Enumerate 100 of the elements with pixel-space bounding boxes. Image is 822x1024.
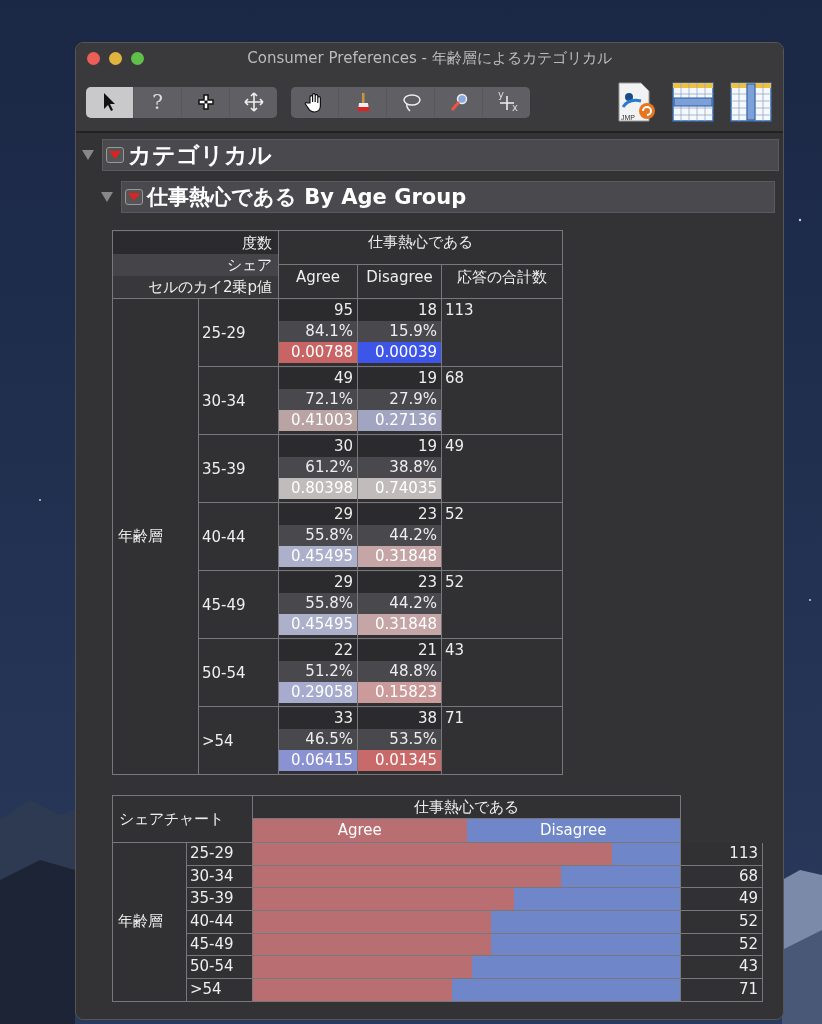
column-header: 仕事熱心である [279,231,562,264]
table-cell: 68 [442,367,562,434]
table-cell: 0.27136 [358,410,441,431]
table-cell: 53.5% [358,729,441,750]
table-cell: 18 [358,300,441,321]
rows-table-icon[interactable] [671,81,715,123]
legend-label: シェア [113,253,278,276]
table-cell: 23 [358,504,441,525]
table-cell: 61.2% [279,457,357,478]
table-cell: 0.45495 [279,546,357,567]
table-cell: 71 [681,979,762,1001]
table-cell: 52 [681,933,762,956]
legend-label: 度数 [113,231,278,254]
table-cell: 52 [442,503,562,570]
table-cell: 52 [681,911,762,933]
table-cell: 55.8% [279,593,357,614]
table-cell: 43 [681,956,762,979]
row-label: 25-29 [199,299,278,366]
table-cell: 38.8% [358,457,441,478]
column-header: 応答の合計数 [442,265,562,298]
table-cell: 0.31848 [358,614,441,635]
table-cell: 0.00788 [279,342,357,363]
move-tool-button[interactable] [230,86,277,118]
column-header: Agree [279,265,357,298]
legend-label: セルのカイ2乗p値 [113,275,278,298]
table-cell: 113 [681,843,762,865]
table-cell: 33 [279,708,357,729]
table-cell: 43 [442,639,562,706]
table-cell: 19 [358,368,441,389]
table-cell: 38 [358,708,441,729]
row-label: 40-44 [199,503,278,570]
table-cell: 48.8% [358,661,441,682]
table-cell: 0.01345 [358,750,441,771]
columns-table-icon[interactable] [729,81,773,123]
minimize-button[interactable] [109,51,122,65]
lasso-tool-button[interactable] [387,86,434,118]
row-label: 25-29 [187,843,252,865]
arrow-tool-button[interactable] [86,86,133,118]
menu-icon[interactable] [125,189,143,205]
section-title: 仕事熱心である By Age Group [147,184,467,211]
row-label: >54 [199,707,278,774]
table-cell: 44.2% [358,525,441,546]
table-cell: 0.80398 [279,478,357,499]
table-cell: 68 [681,865,762,888]
table-cell: 0.06415 [279,750,357,771]
column-header: 仕事熱心である [253,796,680,818]
table-cell: 0.41003 [279,410,357,431]
row-label: 30-34 [187,865,252,888]
help-tool-button[interactable]: ? [134,86,181,118]
row-label: 45-49 [187,933,252,956]
table-cell: 55.8% [279,525,357,546]
window-title: Consumer Preferences - 年齢層によるカテゴリカル [247,49,612,68]
crosshair-tool-button[interactable] [182,86,229,118]
row-label: 35-39 [199,435,278,502]
row-label: 50-54 [199,639,278,706]
table-cell: 0.74035 [358,478,441,499]
table-cell: 0.15823 [358,682,441,703]
table-cell: 27.9% [358,389,441,410]
table-cell: 30 [279,436,357,457]
row-label: 30-34 [199,367,278,434]
table-cell: 0.29058 [279,682,357,703]
pointer-icon [103,92,116,112]
table-cell: 72.1% [279,389,357,410]
crosshair-tool-button[interactable]: y x [483,86,530,118]
row-header: 年齢層 [113,299,198,774]
row-header: 年齢層 [113,843,186,1001]
table-cell: 0.31848 [358,546,441,567]
table-cell: 71 [442,707,562,774]
row-label: 45-49 [199,571,278,638]
table-cell: 51.2% [279,661,357,682]
table-cell: 44.2% [358,593,441,614]
magnifier-tool-button[interactable] [435,86,482,118]
table-cell: 49 [442,435,562,502]
legend-label: Disagree [466,819,680,842]
chart-title: シェアチャート [113,796,252,842]
row-label: 40-44 [187,911,252,933]
table-cell: 49 [279,368,357,389]
table-cell: 0.00039 [358,342,441,363]
disclosure-icon[interactable] [101,192,113,202]
table-cell: 23 [358,572,441,593]
move-icon [242,91,265,113]
table-cell: 19 [358,436,441,457]
close-button[interactable] [87,51,100,65]
zoom-button[interactable] [131,51,144,65]
table-cell: 113 [442,299,562,366]
menu-icon[interactable] [106,147,124,163]
legend-label: Agree [253,819,467,842]
column-header: Disagree [358,265,441,298]
table-cell: 95 [279,300,357,321]
hand-tool-button[interactable] [291,86,338,118]
section-title: カテゴリカル [128,140,272,170]
brush-tool-button[interactable] [339,86,386,118]
table-cell: 46.5% [279,729,357,750]
table-cell: 84.1% [279,321,357,342]
row-label: 50-54 [187,956,252,979]
table-cell: 29 [279,572,357,593]
disclosure-icon[interactable] [82,150,94,160]
row-label: >54 [187,979,252,1001]
table-cell: 0.45495 [279,614,357,635]
table-cell: 21 [358,640,441,661]
